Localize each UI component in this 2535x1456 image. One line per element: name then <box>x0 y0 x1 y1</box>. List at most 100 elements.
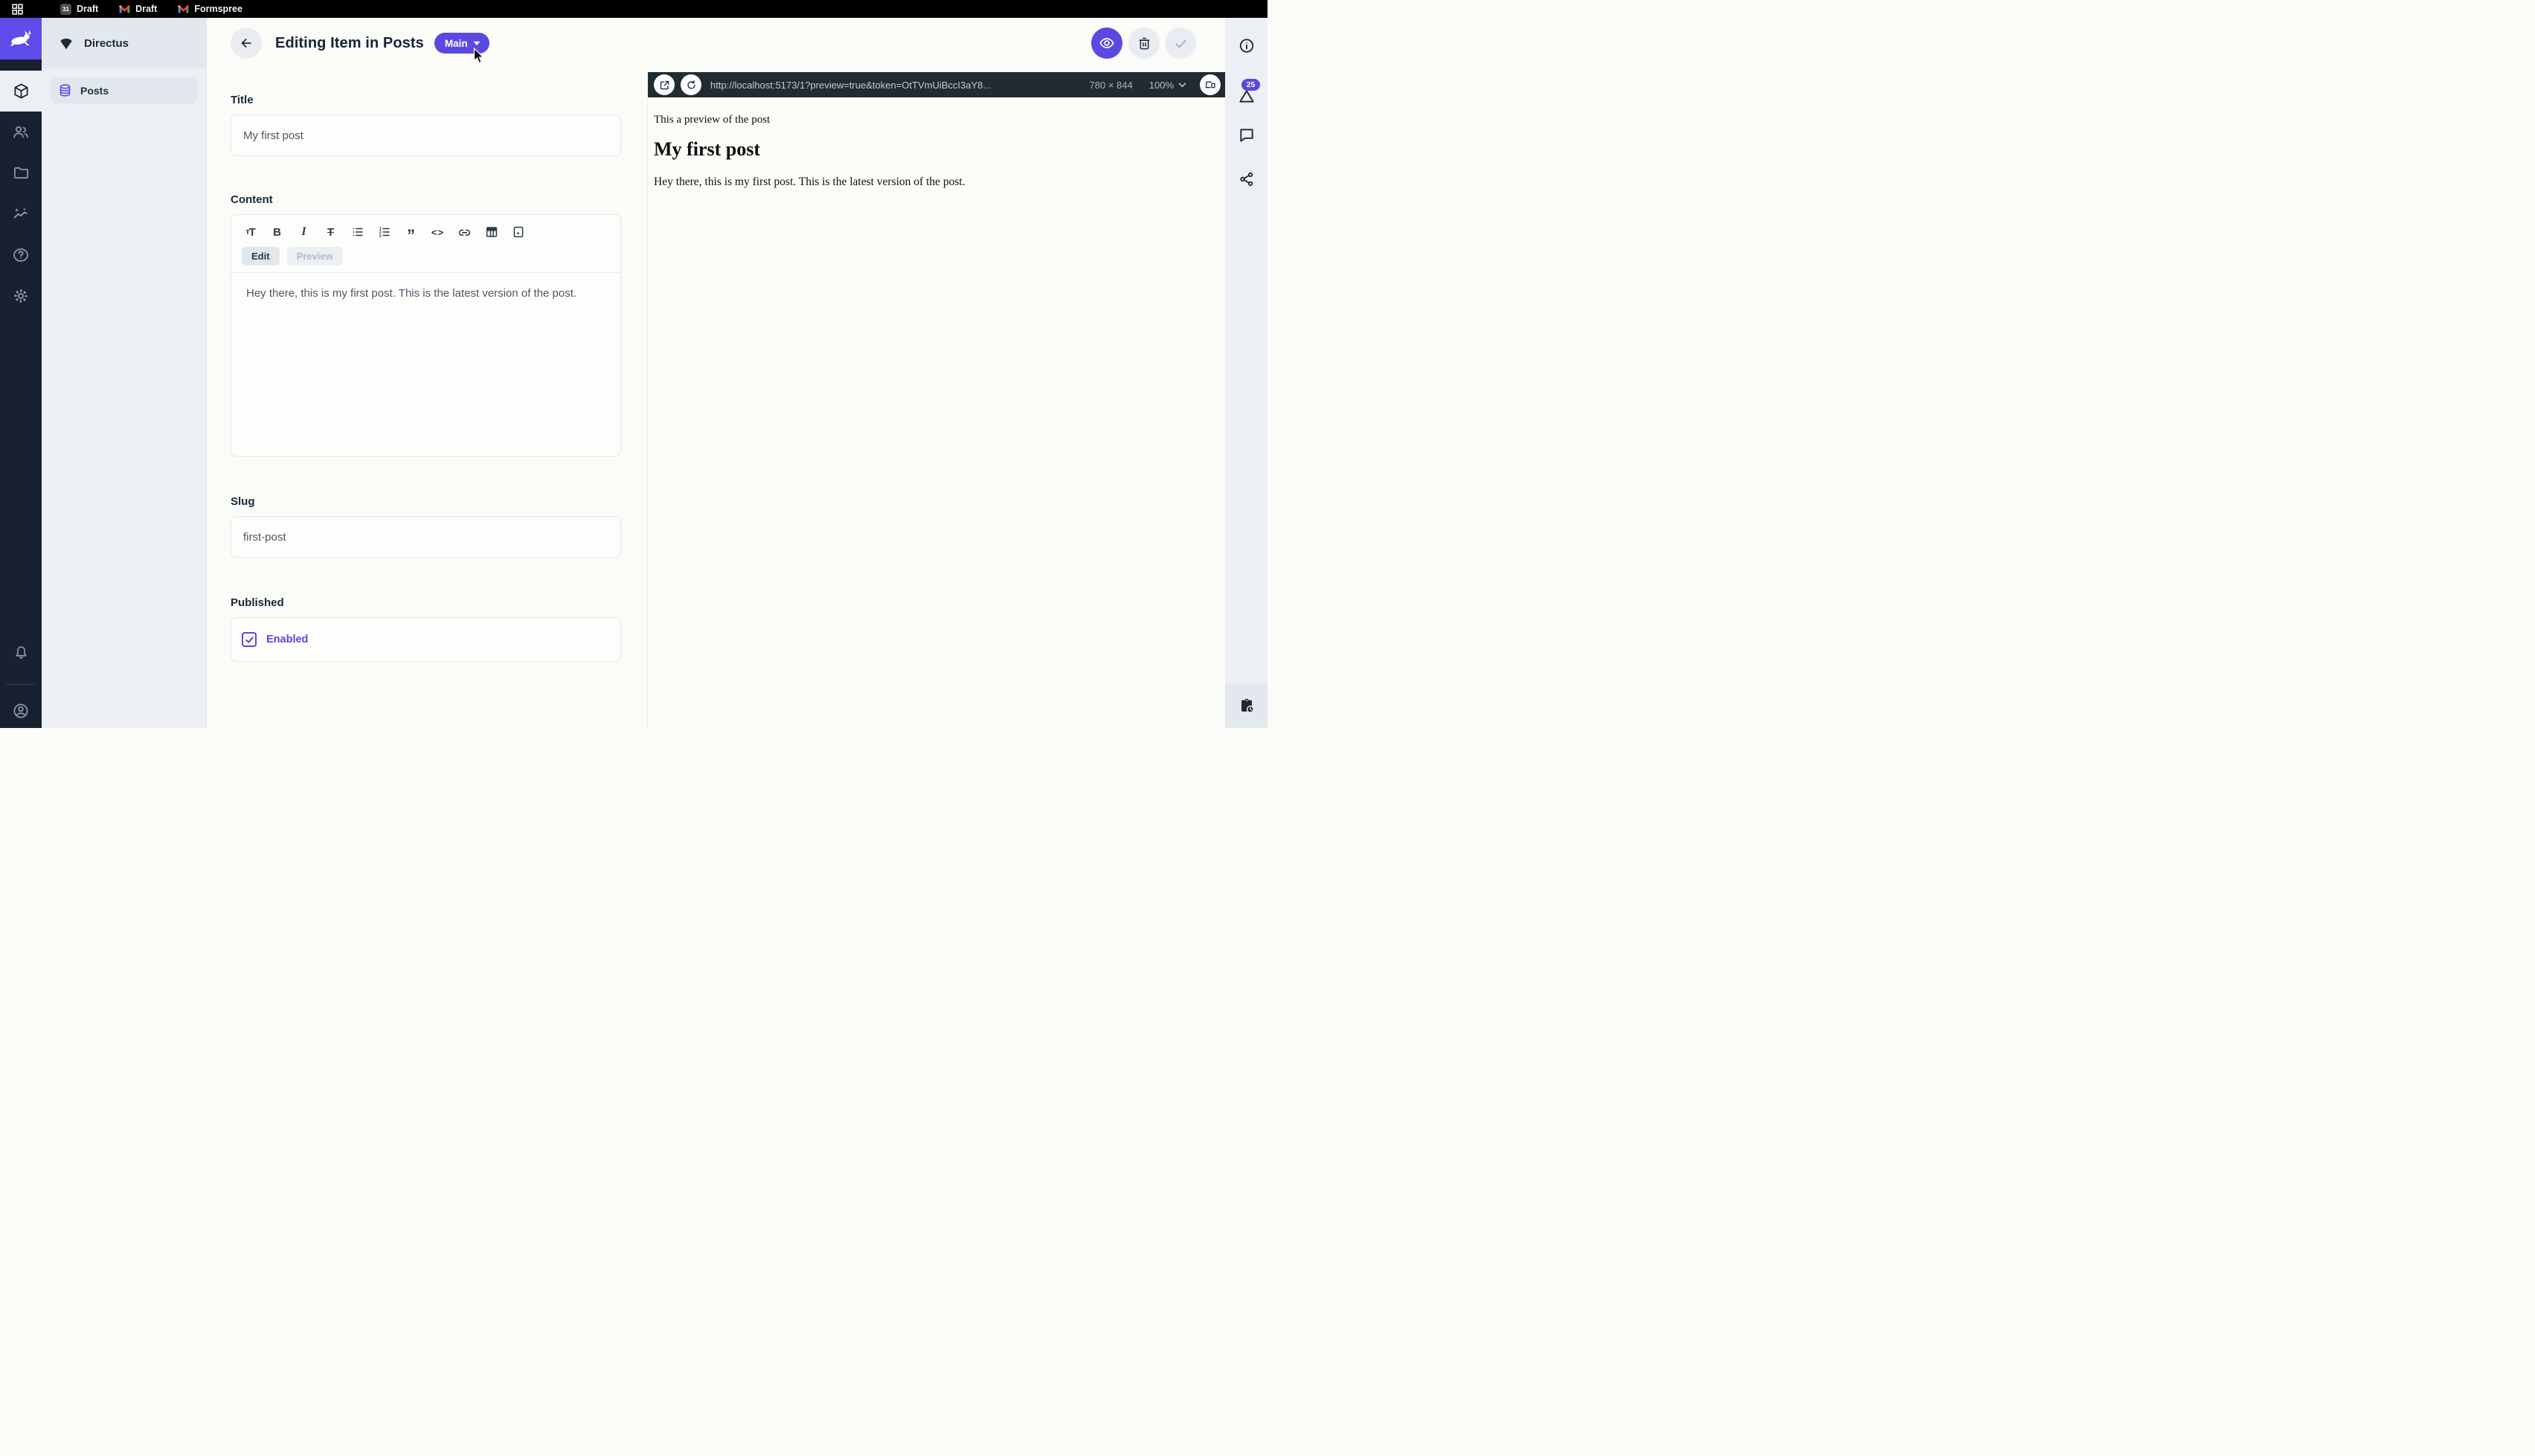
page-title: Editing Item in Posts <box>275 35 424 52</box>
module-docs[interactable] <box>0 234 42 275</box>
save-button[interactable] <box>1165 28 1196 59</box>
arrow-left-icon <box>239 36 254 51</box>
preview-zoom-select[interactable]: 100% <box>1149 80 1186 91</box>
nav-sidebar: Directus Posts <box>42 18 207 728</box>
browser-tab-formspree[interactable]: Formspree <box>178 4 242 15</box>
preview-url-bar: http://localhost:5173/1?preview=true&tok… <box>648 72 1225 97</box>
devices-icon <box>1204 79 1216 91</box>
version-menu-button[interactable]: Main <box>434 33 489 54</box>
open-in-new-button[interactable] <box>654 74 675 95</box>
browser-tabs: 31 Draft Draft <box>60 4 242 15</box>
sidebar-activity-footer[interactable] <box>1225 683 1268 728</box>
version-label: Main <box>445 38 468 49</box>
share-icon <box>1238 171 1255 187</box>
comment-icon <box>1238 126 1255 144</box>
published-checkbox[interactable] <box>242 632 257 647</box>
content-textarea[interactable]: Hey there, this is my first post. This i… <box>231 273 603 315</box>
link-button[interactable] <box>457 224 472 240</box>
svg-text:3: 3 <box>379 234 381 239</box>
device-size-button[interactable] <box>1200 74 1221 95</box>
user-avatar[interactable] <box>0 694 42 728</box>
tab-edit[interactable]: Edit <box>242 247 280 265</box>
delete-button[interactable] <box>1128 28 1160 59</box>
title-input[interactable] <box>231 115 621 156</box>
help-icon <box>12 246 30 264</box>
divider <box>6 684 36 685</box>
slug-field-label: Slug <box>231 495 647 509</box>
editor-toolbar: тT B I T 1 <box>231 215 620 242</box>
table-button[interactable] <box>484 224 498 240</box>
markdown-editor: тT B I T 1 <box>231 214 621 457</box>
gear-icon <box>12 287 30 305</box>
content-cube-icon <box>13 83 30 100</box>
format-size-button[interactable]: тT <box>243 224 257 240</box>
calendar-icon: 31 <box>60 4 71 15</box>
module-users[interactable] <box>0 112 42 152</box>
live-preview-pane: http://localhost:5173/1?preview=true&tok… <box>647 68 1225 728</box>
link-icon <box>457 225 472 239</box>
chevron-down-icon <box>1178 83 1186 88</box>
blockquote-button[interactable]: ” <box>404 224 418 240</box>
trash-icon <box>1137 36 1151 51</box>
published-field: Enabled <box>231 617 621 662</box>
nav-item-label: Posts <box>80 85 109 97</box>
rabbit-icon <box>9 29 33 48</box>
users-icon <box>12 123 30 141</box>
preview-body-text: Hey there, this is my first post. This i… <box>654 175 1225 189</box>
image-icon <box>512 225 525 239</box>
italic-button[interactable]: I <box>297 224 311 240</box>
preview-toggle-button[interactable] <box>1091 28 1122 59</box>
project-switcher[interactable]: Directus <box>42 18 206 68</box>
numbered-list-button[interactable]: 1 2 3 <box>377 224 391 240</box>
module-files[interactable] <box>0 152 42 193</box>
directus-logo[interactable] <box>0 18 42 59</box>
notifications-bell[interactable] <box>0 633 42 674</box>
pending-tasks-icon <box>1238 698 1255 714</box>
browser-tab-draft-calendar[interactable]: 31 Draft <box>60 4 98 15</box>
preview-heading: My first post <box>654 138 1225 161</box>
module-insights[interactable] <box>0 193 42 234</box>
item-form: Title Content тT B I T <box>207 68 647 728</box>
code-button[interactable]: <> <box>431 224 445 240</box>
check-icon <box>1173 36 1189 51</box>
module-settings[interactable] <box>0 275 42 316</box>
refresh-icon <box>686 80 697 91</box>
info-icon <box>1238 37 1255 54</box>
right-sidebar: 25 <box>1225 18 1268 728</box>
browser-tab-strip: 31 Draft Draft <box>0 0 1268 18</box>
bell-icon <box>13 645 30 662</box>
gmail-icon <box>178 4 189 13</box>
module-bar <box>0 18 42 728</box>
slug-input[interactable] <box>231 516 621 558</box>
refresh-button[interactable] <box>681 74 701 95</box>
info-sidebar-button[interactable] <box>1238 37 1255 54</box>
page-header: Editing Item in Posts Main <box>207 18 1225 68</box>
main-area: Editing Item in Posts Main <box>207 18 1225 728</box>
back-button[interactable] <box>231 28 262 59</box>
browser-tab-label: Draft <box>77 4 98 14</box>
tab-overview-grid-icon[interactable] <box>12 4 23 15</box>
comments-sidebar-button[interactable] <box>1238 126 1255 144</box>
eye-icon <box>1099 35 1115 51</box>
bullet-list-icon <box>351 225 364 239</box>
content-field-label: Content <box>231 193 647 207</box>
nav-item-posts[interactable]: Posts <box>51 77 197 103</box>
checkmark-icon <box>245 635 254 645</box>
strikethrough-button[interactable]: T <box>324 224 338 240</box>
browser-tab-draft-gmail[interactable]: Draft <box>119 4 157 15</box>
revisions-count-badge: 25 <box>1241 79 1260 91</box>
tab-preview[interactable]: Preview <box>287 247 343 265</box>
insights-icon <box>12 205 30 223</box>
module-content[interactable] <box>0 71 42 112</box>
title-field-label: Title <box>231 94 647 107</box>
browser-tab-label: Formspree <box>194 4 242 14</box>
published-field-label: Published <box>231 596 647 610</box>
bullet-list-button[interactable] <box>350 224 364 240</box>
preview-intro-text: This a preview of the post <box>654 114 1225 126</box>
account-icon <box>12 702 30 720</box>
preview-zoom-value: 100% <box>1149 80 1174 91</box>
bold-button[interactable]: B <box>270 224 284 240</box>
shares-sidebar-button[interactable] <box>1238 171 1255 187</box>
published-checkbox-label: Enabled <box>266 634 308 645</box>
image-button[interactable] <box>511 224 525 240</box>
